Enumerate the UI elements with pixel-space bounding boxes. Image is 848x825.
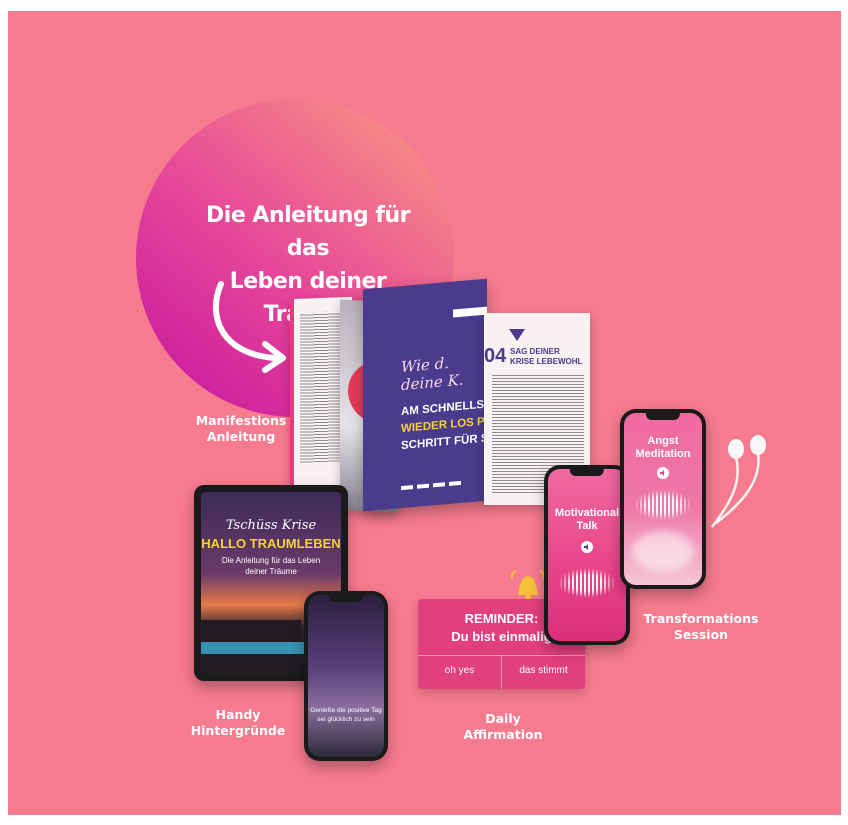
speaker-icon (581, 541, 593, 553)
cover-script: Wie d. deine K. (401, 353, 464, 395)
tablet-sub-2: deiner Träume (245, 567, 297, 576)
motivational-title-1: Motivational (554, 507, 620, 519)
phone-motivational: Motivational Talk (544, 465, 630, 645)
promo-canvas: Die Anleitung für das Leben deiner Träum… (8, 11, 841, 815)
reminder-btn-oh-yes[interactable]: oh yes (418, 665, 501, 676)
chapter-number: 04 (484, 345, 507, 367)
speaker-icon (657, 467, 669, 479)
chapter-title-2: KRISE LEBEWOHL (510, 357, 583, 366)
earphones-icon (711, 435, 766, 528)
label-manifestions: Manifestions Anleitung (195, 413, 287, 444)
booklet-cover: Wie d. deine K. AM SCHNELLS WIEDER LOS P… (363, 278, 489, 512)
phone-wallpaper-screen: Genieße die positive Tag sei glücklich z… (308, 595, 384, 757)
wallpaper-quote-1: Genieße die positive Tag (310, 707, 382, 714)
phone-meditation: Angst Meditation (620, 409, 706, 589)
headline-line-1: Die Anleitung für das (206, 203, 410, 261)
reminder-btn-das-stimmt[interactable]: das stimmt (502, 665, 585, 676)
meditation-title-1: Angst (647, 435, 679, 447)
meditation-title-2: Meditation (635, 448, 691, 460)
tablet-title: HALLO TRAUMLEBEN (201, 536, 341, 551)
logo-mark-icon (509, 329, 525, 341)
phone-motivational-screen: Motivational Talk (548, 469, 626, 641)
label-handy: Handy Hintergründe (190, 707, 286, 738)
tablet-script: Tschüss Krise (225, 518, 317, 533)
phone-meditation-screen: Angst Meditation (624, 413, 702, 585)
phone-wallpaper: Genieße die positive Tag sei glücklich z… (304, 591, 388, 761)
wallpaper-quote-2: sei glücklich zu sein (317, 716, 375, 723)
label-transformations: Transformations Session (643, 611, 759, 642)
label-daily: Daily Affirmation (463, 711, 543, 742)
chapter-title-1: SAG DEINER (510, 347, 560, 356)
motivational-title-2: Talk (576, 520, 598, 532)
tablet-sub-1: Die Anleitung für das Leben (221, 556, 321, 565)
curved-arrow-icon (212, 281, 286, 373)
